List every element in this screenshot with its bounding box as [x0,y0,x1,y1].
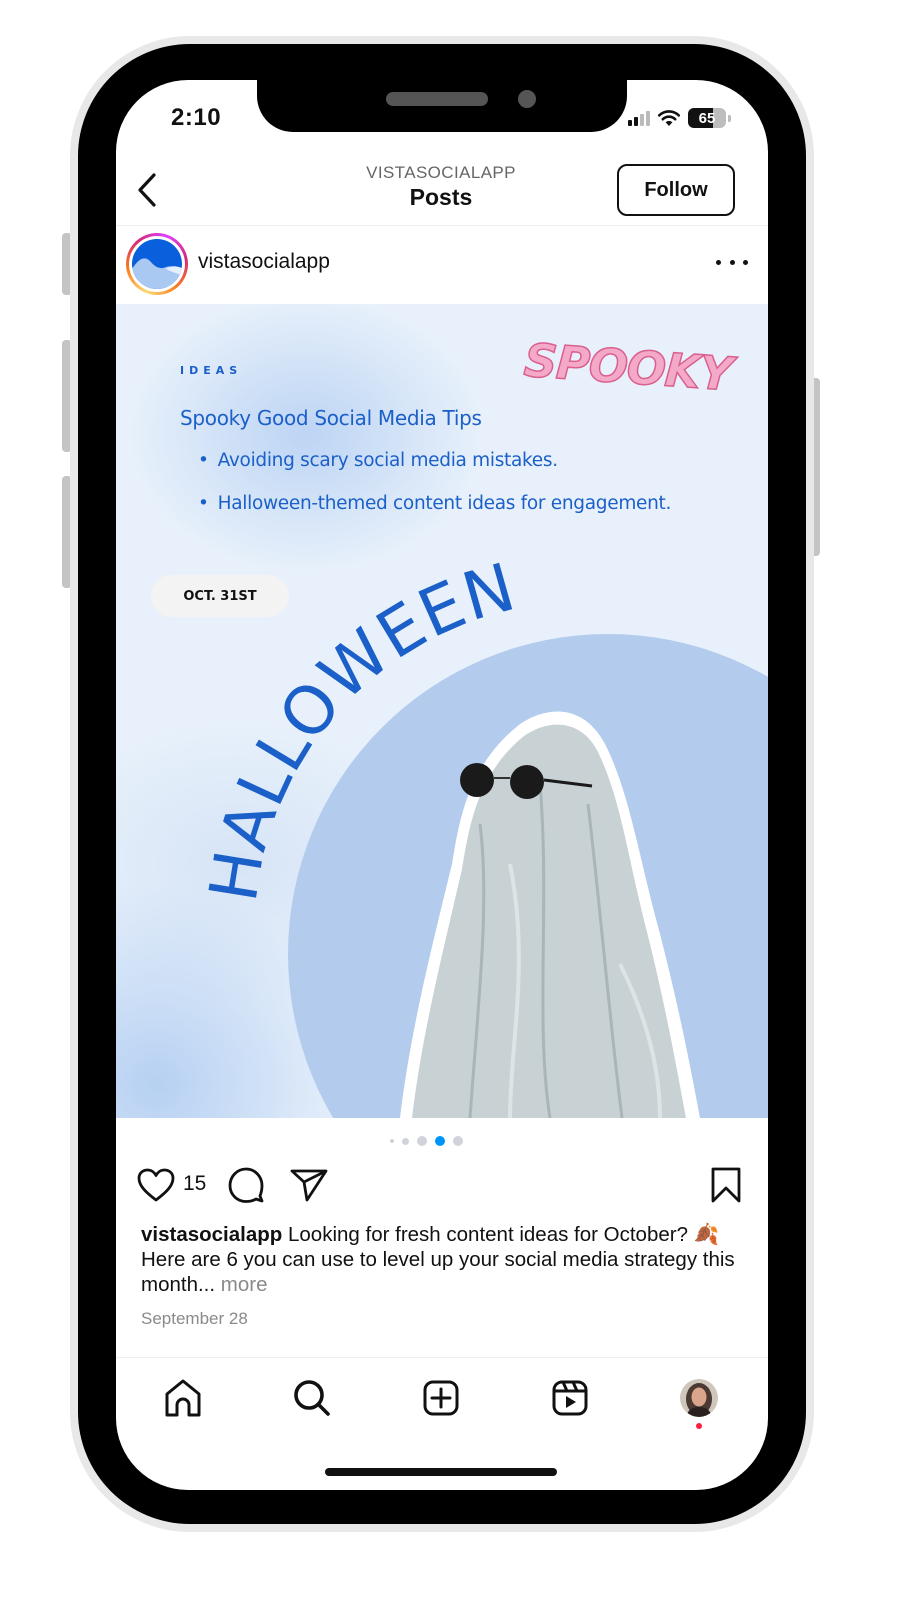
nav-reels[interactable] [548,1376,592,1420]
save-button[interactable] [710,1166,742,1204]
reels-icon [552,1380,588,1416]
caption-more-link[interactable]: more [221,1273,268,1296]
plus-square-icon [423,1380,459,1416]
carousel-dot [417,1136,427,1146]
battery-icon: 65 [688,108,726,128]
post-avatar[interactable] [126,233,188,295]
carousel-dot [453,1136,463,1146]
wifi-icon [657,110,681,126]
nav-profile[interactable] [677,1376,721,1420]
vistasocial-logo-icon [132,239,182,289]
carousel-dot-active [435,1136,445,1146]
send-icon [290,1169,328,1202]
nav-search[interactable] [290,1376,334,1420]
comment-icon [228,1167,264,1203]
nav-create[interactable] [419,1376,463,1420]
caption-text: Looking for fresh content ideas for Octo… [288,1223,688,1246]
cellular-signal-icon [628,110,650,126]
carousel-dot [402,1137,409,1145]
more-dot [716,259,721,265]
ghost-figure [400,711,700,1118]
header-account-name: VISTASOCIALAPP [366,163,516,182]
post-username[interactable]: vistasocialapp [198,250,330,274]
more-options-button[interactable] [716,252,748,272]
like-button[interactable] [136,1167,176,1203]
post-image[interactable]: IDEAS SPOOKY Spooky Good Social Media Ti… [116,304,768,1118]
profile-notification-dot [696,1423,702,1429]
carousel-indicator [390,1136,463,1146]
nav-home[interactable] [161,1376,205,1420]
nav-divider [116,1357,768,1358]
page-title: Posts [409,184,473,210]
profile-avatar [680,1379,718,1417]
home-icon [165,1379,201,1417]
more-dot [743,259,748,265]
carousel-dot [390,1139,394,1143]
home-indicator[interactable] [325,1468,557,1476]
more-dot [729,259,735,265]
heart-icon [137,1168,175,1202]
share-button[interactable] [289,1167,329,1203]
follow-button[interactable]: Follow [617,164,735,216]
front-camera [518,90,536,108]
status-icons: 65 [628,108,731,128]
battery-level: 65 [698,109,716,127]
bookmark-icon [711,1167,741,1203]
back-button[interactable] [132,172,162,208]
status-time: 2:10 [171,104,222,131]
leaf-emoji: 🍂 [693,1223,720,1246]
notch [257,80,627,132]
chevron-left-icon [138,173,156,207]
like-count[interactable]: 15 [183,1172,206,1196]
comment-button[interactable] [227,1166,265,1204]
battery-tip [728,114,731,122]
header-divider [116,225,768,226]
caption-username[interactable]: vistasocialapp [141,1223,282,1246]
post-caption: vistasocialapp Looking for fresh content… [141,1222,751,1297]
speaker-grille [386,92,488,106]
search-icon [294,1380,330,1416]
post-date: September 28 [141,1309,248,1328]
